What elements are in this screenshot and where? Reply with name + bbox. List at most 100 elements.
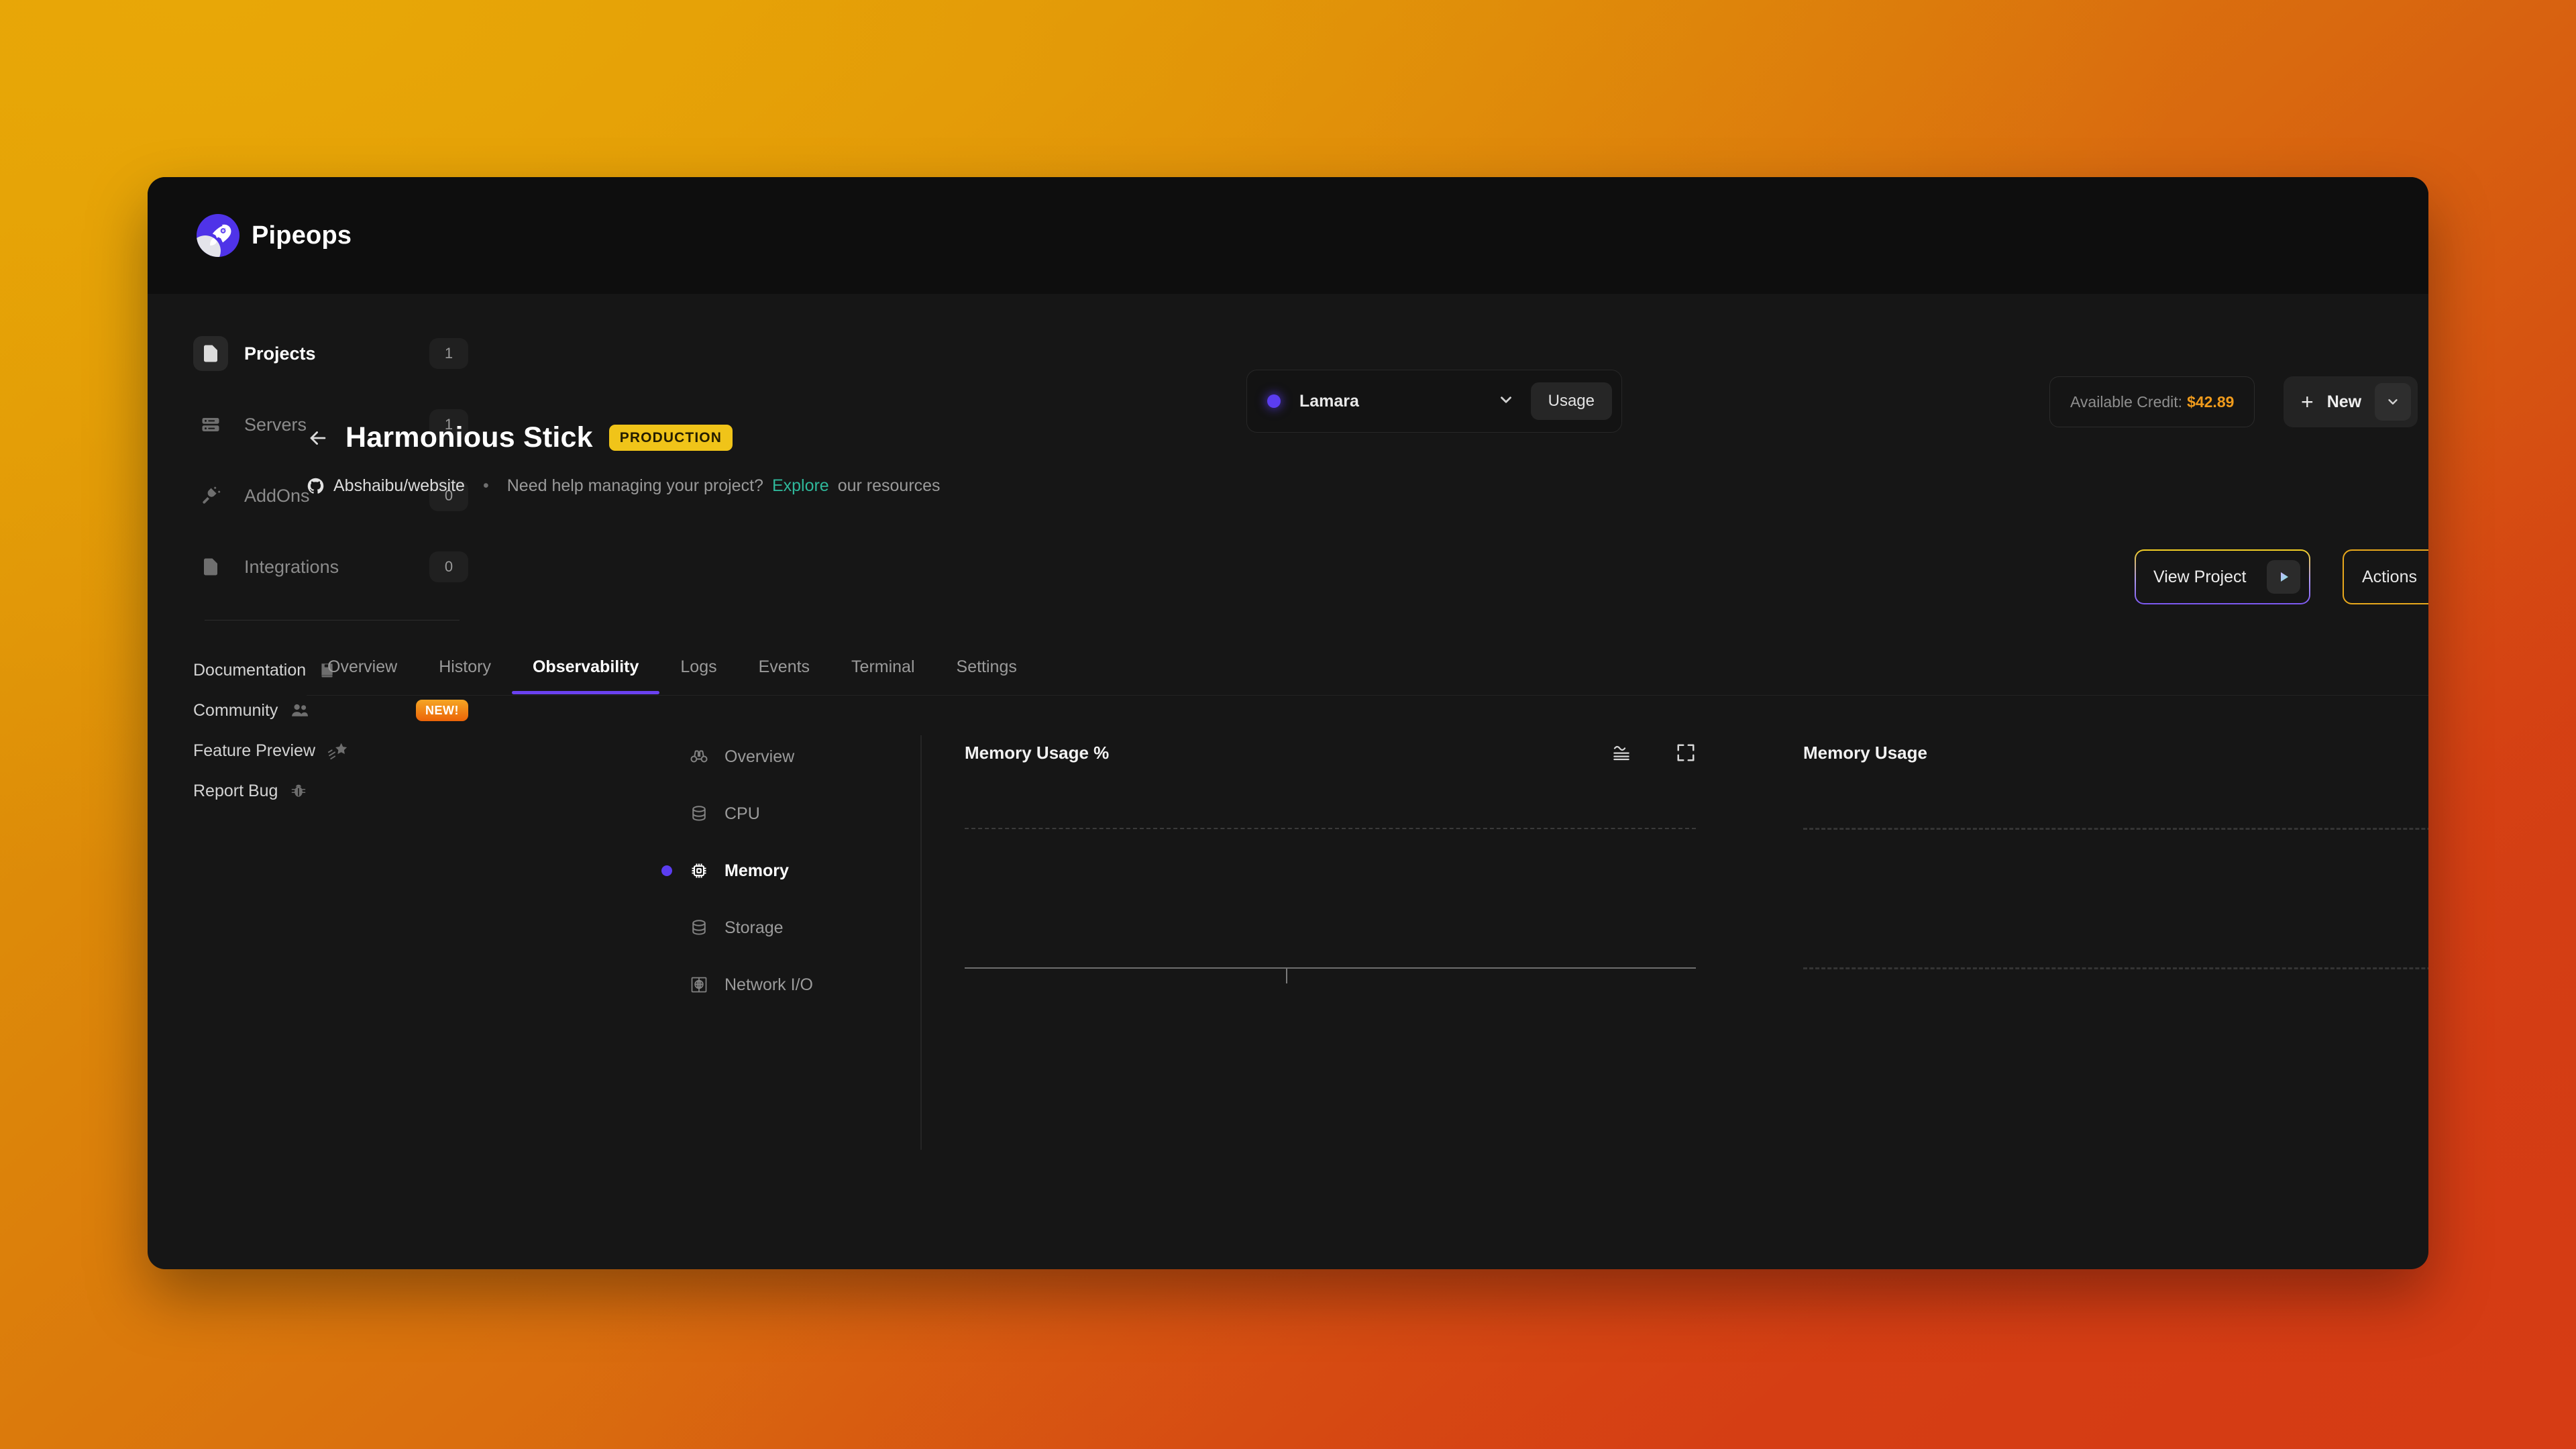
shooting-star-icon [327,741,347,761]
help-text: Need help managing your project? [506,476,763,495]
brand-logo[interactable]: Pipeops [197,214,352,257]
axis-tick [1286,969,1287,983]
chart-toolbar [1611,743,1696,763]
sidebar-link-label: Community [193,700,278,720]
server-icon [193,407,228,442]
sidebar-item-label: AddOns [244,485,310,506]
database-icon [690,804,708,823]
gridline-bottom [1803,967,2428,969]
page-title: Harmonious Stick [345,421,593,453]
database-icon [690,918,708,937]
tab-overview[interactable]: Overview [307,647,418,694]
chart-panel-memory-usage-percent: Memory Usage % [965,739,1696,1013]
status-dot [1267,394,1281,408]
chart-title: Memory Usage [1803,742,1927,763]
chart-plot-area[interactable] [965,792,1696,1013]
file-icon [193,336,228,371]
tabs-divider [307,695,2428,696]
tab-history[interactable]: History [418,647,512,694]
gridline-top [965,828,1696,829]
subnav-item-overview[interactable]: Overview [657,739,889,774]
play-icon [2267,560,2300,594]
sidebar-divider [205,620,460,621]
subnav-item-label: Memory [724,861,789,880]
chart-panel-memory-usage: Memory Usage [1803,739,2428,1013]
credit-amount: $42.89 [2187,392,2235,411]
subnav-item-label: Network I/O [724,975,813,994]
chart-title: Memory Usage % [965,742,1110,763]
subnav-item-label: CPU [724,804,760,823]
view-project-label: View Project [2153,567,2247,586]
sidebar-item-integrations[interactable]: Integrations 0 [193,549,468,585]
users-icon [290,700,310,720]
project-header: Harmonious Stick PRODUCTION [307,421,733,454]
app-window: Pipeops Lamara Usage Available Credit: $… [148,177,2428,1269]
axis-line [965,967,1696,969]
github-icon [307,477,325,495]
bug-icon [290,782,307,800]
org-selector[interactable]: Lamara Usage [1246,370,1622,433]
subnav-item-memory[interactable]: Memory [657,853,889,888]
new-dropdown-chevron-down-icon[interactable] [2375,383,2412,421]
status-badge: NEW! [416,700,468,721]
tab-logs[interactable]: Logs [659,647,737,694]
actions-button[interactable]: Actions [2343,549,2428,604]
sidebar-link-label: Documentation [193,660,307,680]
subnav-item-label: Overview [724,747,795,766]
network-icon [690,975,708,994]
top-bar: Pipeops [148,177,2428,294]
binoculars-icon [690,747,708,766]
sidebar-item-count: 0 [429,551,468,582]
sidebar-item-projects[interactable]: Projects 1 [193,335,468,372]
chart-header: Memory Usage [1803,739,2428,766]
status-badge: PRODUCTION [608,425,733,451]
subnav-item-label: Storage [724,918,784,937]
credit-label: Available Credit: [2070,392,2183,411]
project-tabs: Overview History Observability Logs Even… [307,647,1038,694]
subnav-item-cpu[interactable]: CPU [657,796,889,831]
brand-name: Pipeops [252,221,352,250]
expand-icon[interactable] [1676,743,1696,763]
waveform-icon[interactable] [1611,743,1631,763]
sidebar-link-report-bug[interactable]: Report Bug [193,773,468,808]
sidebar-item-label: Projects [244,343,316,364]
view-project-button[interactable]: View Project [2135,549,2310,604]
sidebar-item-count: 1 [429,338,468,369]
actions-label: Actions [2362,567,2417,586]
repo-name[interactable]: Abshaibu/website [333,476,465,496]
tab-events[interactable]: Events [738,647,830,694]
subnav-divider [920,735,922,1150]
sidebar-item-label: Integrations [244,556,339,577]
observability-subnav: Overview CPU Memory Storage Network I/O [657,739,889,1024]
tab-observability[interactable]: Observability [511,647,660,694]
new-button[interactable]: + New [2284,376,2418,427]
chevron-down-icon[interactable] [1497,391,1515,412]
project-subtitle: Abshaibu/website • Need help managing yo… [307,476,941,496]
gridline-top [1803,828,2428,830]
chart-header: Memory Usage % [965,739,1696,766]
separator-dot: • [482,476,489,495]
help-suffix: our resources [837,476,941,495]
sidebar-link-label: Feature Preview [193,741,316,760]
arrow-left-icon[interactable] [307,427,329,449]
tab-settings[interactable]: Settings [936,647,1038,694]
new-label: New [2326,392,2362,411]
available-credit: Available Credit: $42.89 [2049,376,2255,427]
chart-plot-area[interactable] [1803,792,2428,1013]
sidebar-link-feature-preview[interactable]: Feature Preview [193,733,468,768]
plug-icon [193,478,228,513]
file-icon [193,549,228,584]
plus-icon: + [2301,390,2314,414]
org-name: Lamara [1299,391,1359,411]
explore-link[interactable]: Explore [772,476,829,496]
usage-button[interactable]: Usage [1530,382,1612,420]
subnav-item-storage[interactable]: Storage [657,910,889,945]
sidebar-item-label: Servers [244,414,307,435]
rocket-icon [197,214,239,257]
chip-icon [690,861,708,880]
sidebar-link-label: Report Bug [193,781,278,800]
tab-terminal[interactable]: Terminal [830,647,935,694]
sidebar-link-community[interactable]: Community NEW! [193,693,468,728]
subnav-item-network-io[interactable]: Network I/O [657,967,889,1002]
active-indicator-dot [661,865,672,876]
